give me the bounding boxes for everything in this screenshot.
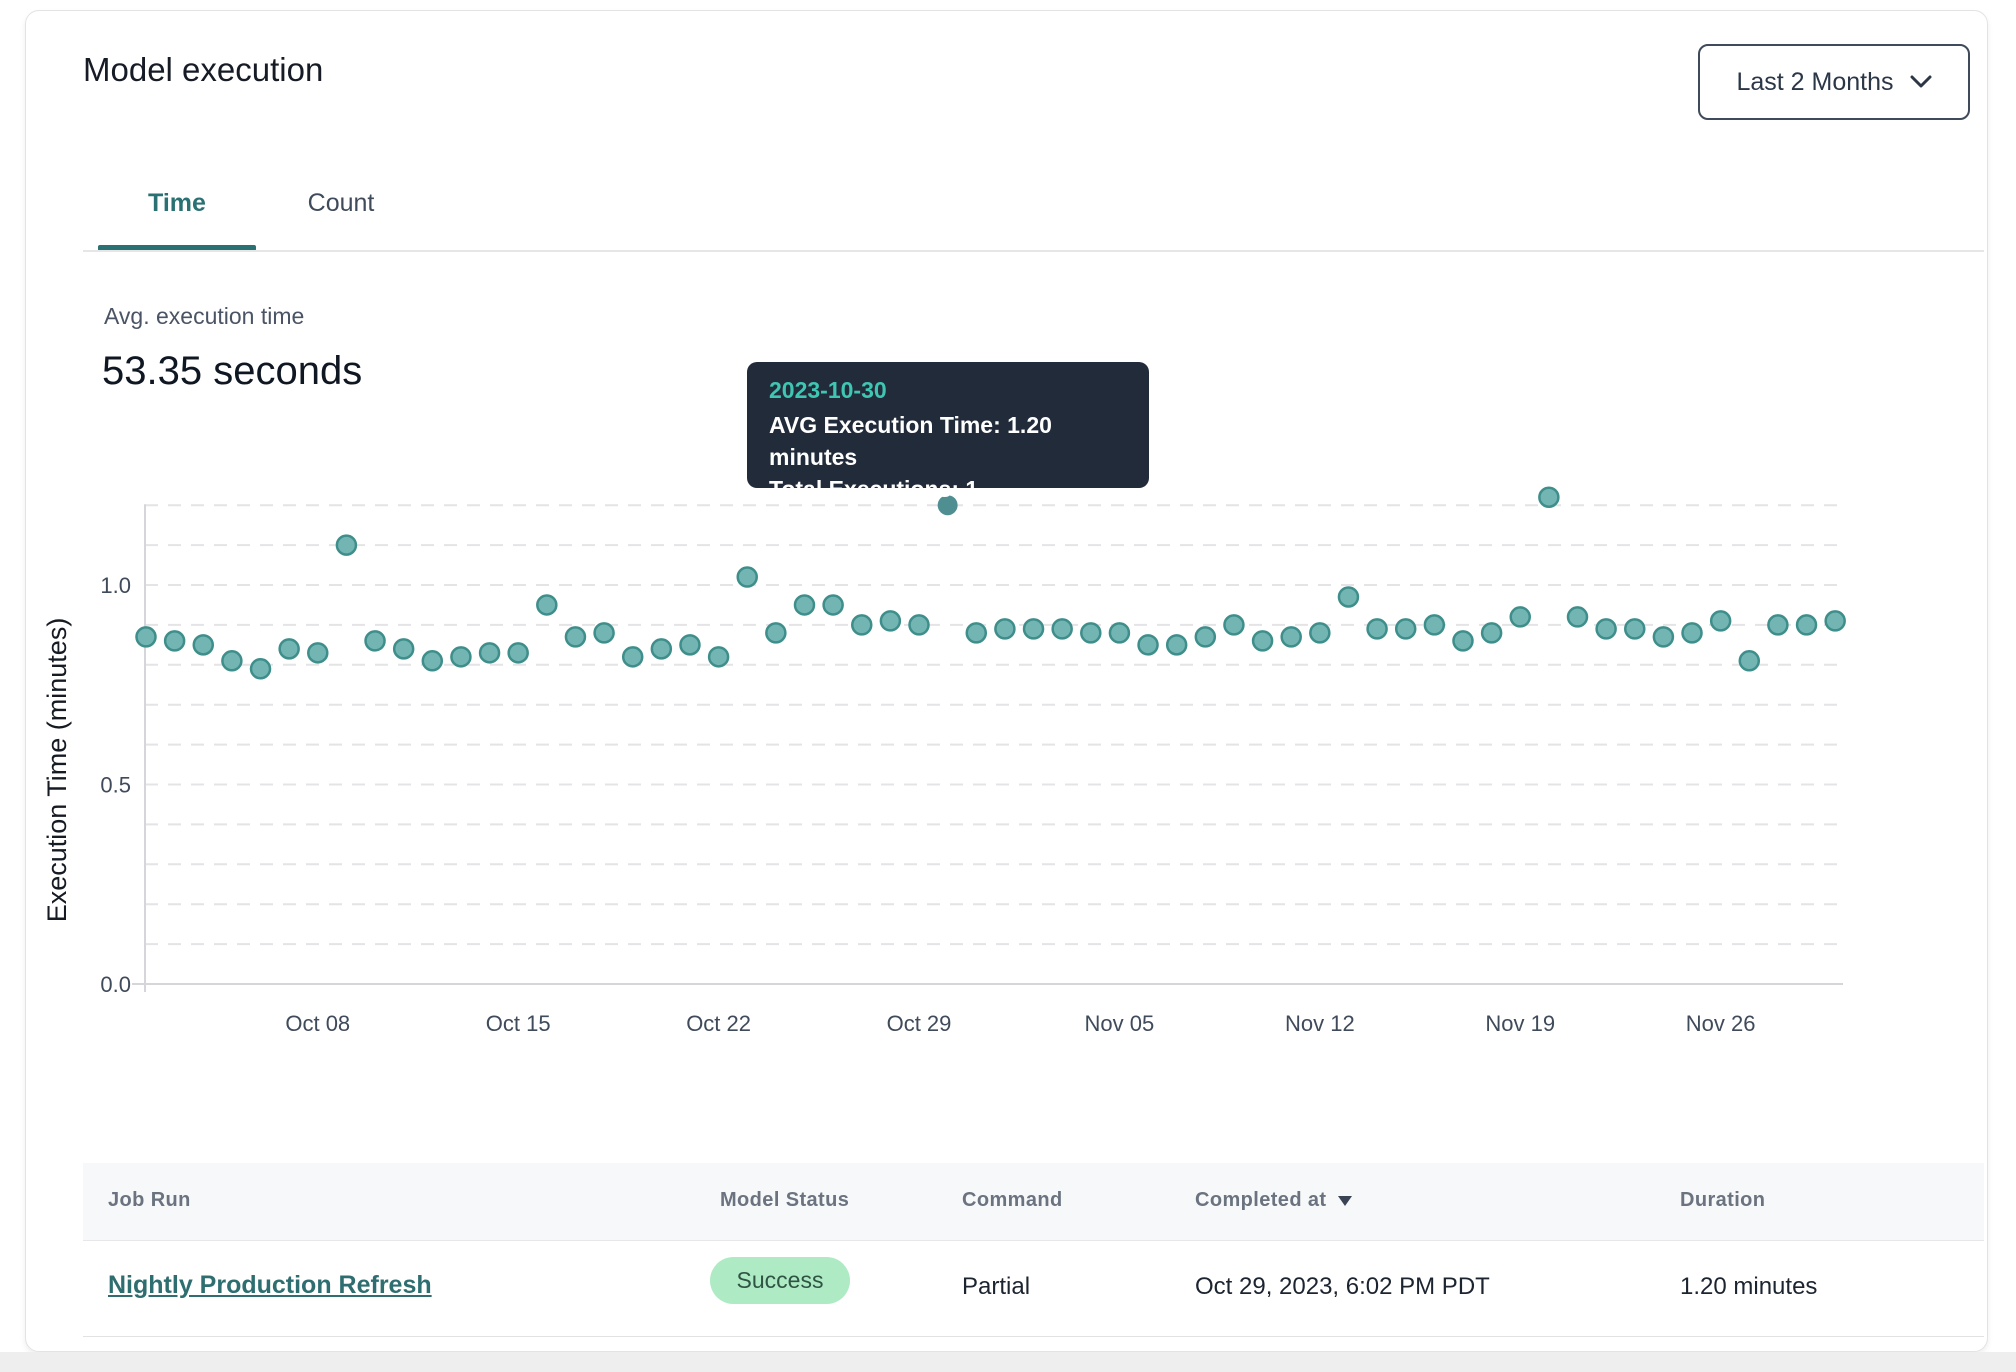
data-point[interactable] xyxy=(337,536,356,555)
data-point[interactable] xyxy=(1282,627,1301,646)
data-point[interactable] xyxy=(280,639,299,658)
data-point[interactable] xyxy=(1597,619,1616,638)
data-point[interactable] xyxy=(738,568,757,587)
data-point[interactable] xyxy=(1024,619,1043,638)
x-tick-label: Nov 05 xyxy=(1085,1011,1155,1036)
data-point[interactable] xyxy=(1740,651,1759,670)
data-point[interactable] xyxy=(1826,611,1845,630)
data-point[interactable] xyxy=(194,635,213,654)
data-point[interactable] xyxy=(1453,631,1472,650)
data-point[interactable] xyxy=(222,651,241,670)
data-point[interactable] xyxy=(1425,615,1444,634)
data-point[interactable] xyxy=(1368,619,1387,638)
data-point[interactable] xyxy=(766,623,785,642)
data-point[interactable] xyxy=(824,595,843,614)
tooltip-date: 2023-10-30 xyxy=(769,377,1127,404)
x-tick-label: Oct 22 xyxy=(686,1011,751,1036)
x-tick-label: Oct 29 xyxy=(887,1011,952,1036)
data-point[interactable] xyxy=(623,647,642,666)
data-point[interactable] xyxy=(1396,619,1415,638)
data-point[interactable] xyxy=(652,639,671,658)
data-point[interactable] xyxy=(1253,631,1272,650)
data-point[interactable] xyxy=(1224,615,1243,634)
data-point[interactable] xyxy=(537,595,556,614)
x-tick-label: Oct 15 xyxy=(486,1011,551,1036)
data-point[interactable] xyxy=(423,651,442,670)
data-point[interactable] xyxy=(366,631,385,650)
data-point[interactable] xyxy=(1654,627,1673,646)
data-point[interactable] xyxy=(1139,635,1158,654)
data-point[interactable] xyxy=(251,659,270,678)
data-point[interactable] xyxy=(1539,488,1558,507)
data-point[interactable] xyxy=(680,635,699,654)
data-point[interactable] xyxy=(566,627,585,646)
data-point[interactable] xyxy=(1110,623,1129,642)
data-point[interactable] xyxy=(1683,623,1702,642)
data-point[interactable] xyxy=(165,631,184,650)
page-background-strip xyxy=(0,1352,2016,1372)
data-point[interactable] xyxy=(394,639,413,658)
data-point[interactable] xyxy=(709,647,728,666)
y-axis-title: Execution Time (minutes) xyxy=(42,618,72,923)
data-point[interactable] xyxy=(1167,635,1186,654)
x-tick-label: Nov 12 xyxy=(1285,1011,1355,1036)
data-point[interactable] xyxy=(1196,627,1215,646)
data-point[interactable] xyxy=(995,619,1014,638)
data-point[interactable] xyxy=(1625,619,1644,638)
data-point[interactable] xyxy=(451,647,470,666)
data-point[interactable] xyxy=(509,643,528,662)
x-tick-label: Oct 08 xyxy=(285,1011,350,1036)
x-tick-label: Nov 19 xyxy=(1485,1011,1555,1036)
data-point[interactable] xyxy=(1310,623,1329,642)
data-point[interactable] xyxy=(967,623,986,642)
data-point[interactable] xyxy=(1768,615,1787,634)
data-point[interactable] xyxy=(1482,623,1501,642)
data-point[interactable] xyxy=(1797,615,1816,634)
data-point[interactable] xyxy=(1081,623,1100,642)
tooltip-avg-time: AVG Execution Time: 1.20 minutes xyxy=(769,409,1127,473)
data-point[interactable] xyxy=(881,611,900,630)
data-point[interactable] xyxy=(1711,611,1730,630)
data-point[interactable] xyxy=(308,643,327,662)
tooltip-total-executions: Total Executions: 1 xyxy=(769,473,1127,505)
model-execution-dashboard: Model execution Last 2 Months Time Count… xyxy=(0,0,2016,1372)
data-point[interactable] xyxy=(1339,587,1358,606)
x-tick-label: Nov 26 xyxy=(1686,1011,1756,1036)
y-tick-label: 0.5 xyxy=(100,773,131,798)
data-point[interactable] xyxy=(1511,607,1530,626)
data-point[interactable] xyxy=(852,615,871,634)
chart-tooltip: 2023-10-30 AVG Execution Time: 1.20 minu… xyxy=(747,362,1149,488)
data-point[interactable] xyxy=(595,623,614,642)
data-point[interactable] xyxy=(1568,607,1587,626)
y-tick-label: 1.0 xyxy=(100,573,131,598)
data-point[interactable] xyxy=(910,615,929,634)
execution-time-scatter-chart[interactable]: 0.0 0.5 1.0 Execution Time (minutes) Oct 08 O… xyxy=(0,0,2016,1372)
y-tick-label: 0.0 xyxy=(100,972,131,997)
data-point[interactable] xyxy=(137,627,156,646)
data-point[interactable] xyxy=(480,643,499,662)
data-point[interactable] xyxy=(795,595,814,614)
data-point[interactable] xyxy=(1053,619,1072,638)
